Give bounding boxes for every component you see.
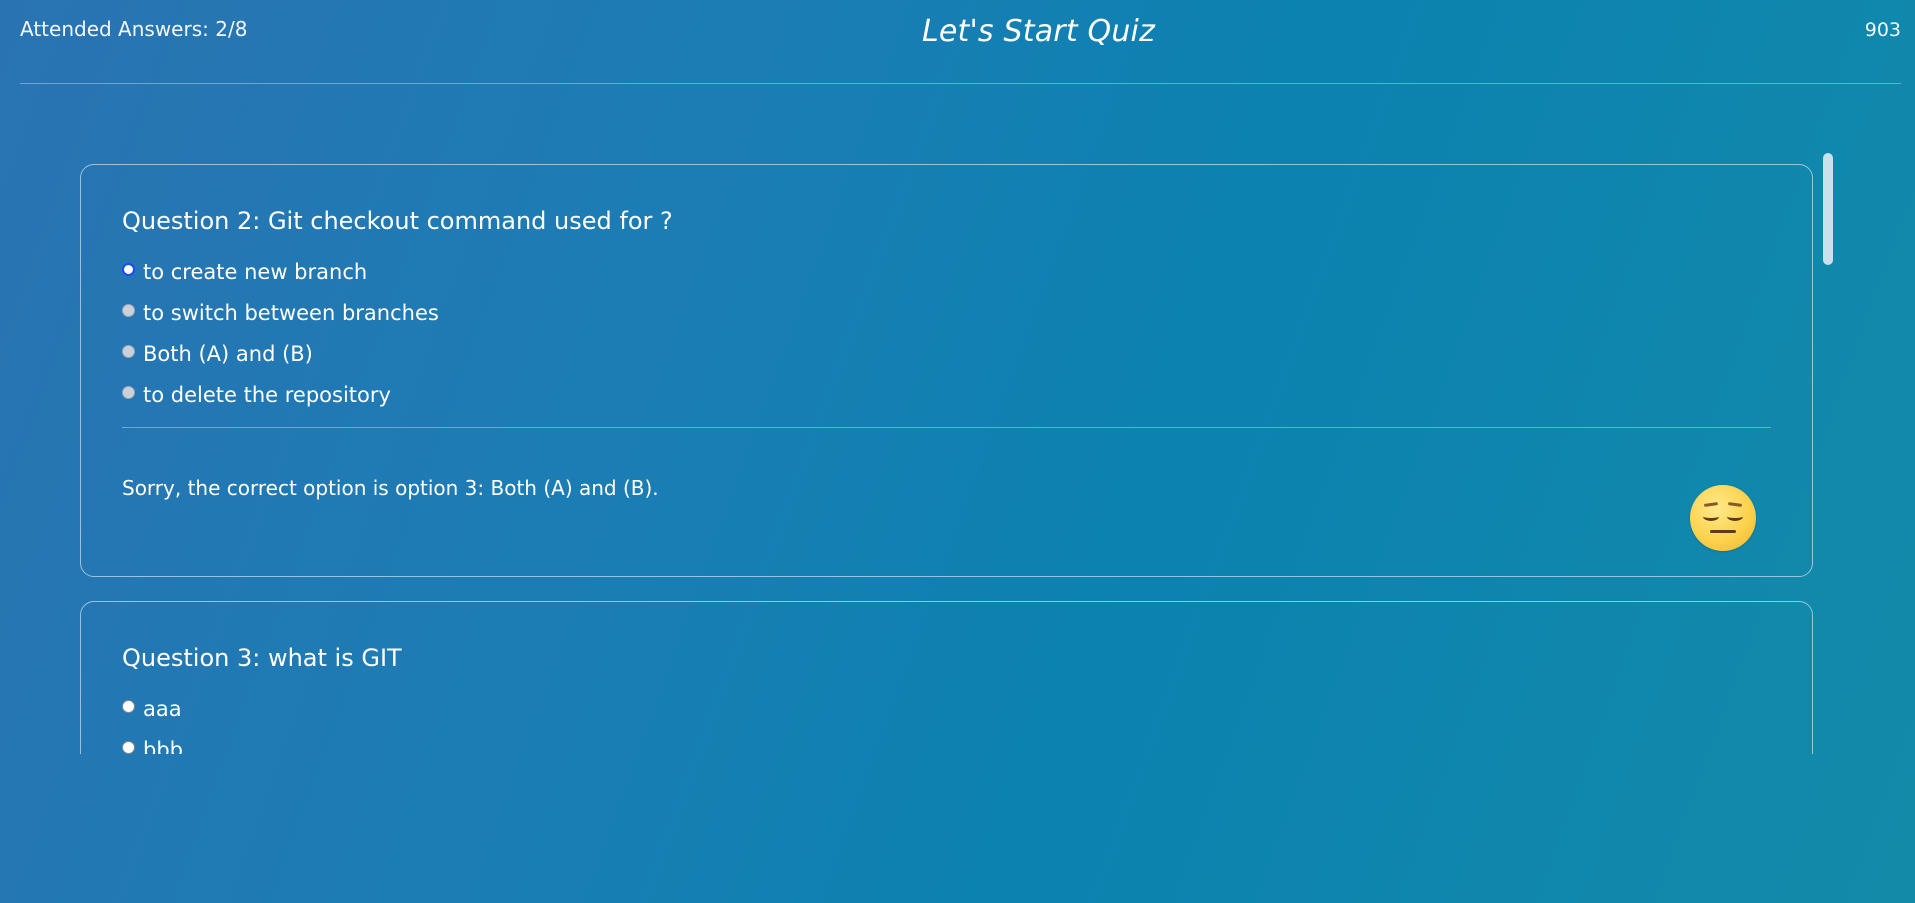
radio-button[interactable] [122, 345, 135, 358]
options-list: to create new branch to switch between b… [122, 251, 1771, 415]
radio-button[interactable] [122, 700, 135, 713]
question-card-2: Question 2: Git checkout command used fo… [80, 164, 1813, 577]
question-card-3: Question 3: what is GIT aaa bbb [80, 601, 1813, 754]
option-label: to switch between branches [143, 300, 439, 325]
option-item[interactable]: Both (A) and (B) [122, 333, 1771, 374]
emoji-eye-right [1727, 512, 1743, 521]
scrollbar-thumb[interactable] [1823, 153, 1833, 265]
option-label: to delete the repository [143, 382, 391, 407]
option-item[interactable]: to create new branch [122, 251, 1771, 292]
option-item[interactable]: aaa [122, 688, 1771, 729]
option-label: Both (A) and (B) [143, 341, 313, 366]
sad-face-emoji-icon [1690, 485, 1756, 551]
option-label: to create new branch [143, 259, 368, 284]
page-title: Let's Start Quiz [20, 14, 1901, 49]
emoji-brow-left [1703, 502, 1719, 507]
option-item[interactable]: to delete the repository [122, 374, 1771, 415]
option-item[interactable]: bbb [122, 729, 1771, 754]
divider [122, 427, 1771, 428]
option-label: aaa [143, 696, 182, 721]
timer-counter: 903 [1864, 19, 1901, 41]
radio-button-selected[interactable] [122, 263, 135, 276]
options-list: aaa bbb [122, 688, 1771, 754]
questions-scroll-area[interactable]: Question 2: Git checkout command used fo… [0, 84, 1915, 754]
page-title-text: Let's Start Quiz [921, 14, 1156, 49]
radio-button[interactable] [122, 386, 135, 399]
emoji-mouth [1710, 530, 1736, 533]
quiz-header: Attended Answers: 2/8 Let's Start Quiz 9… [20, 0, 1901, 84]
answer-feedback: Sorry, the correct option is option 3: B… [122, 476, 659, 500]
radio-button[interactable] [122, 741, 135, 754]
emoji-brow-right [1727, 502, 1743, 507]
option-item[interactable]: to switch between branches [122, 292, 1771, 333]
emoji-eye-left [1703, 512, 1719, 521]
radio-button[interactable] [122, 304, 135, 317]
question-title: Question 2: Git checkout command used fo… [122, 207, 673, 235]
question-title: Question 3: what is GIT [122, 644, 402, 672]
option-label: bbb [143, 737, 183, 755]
